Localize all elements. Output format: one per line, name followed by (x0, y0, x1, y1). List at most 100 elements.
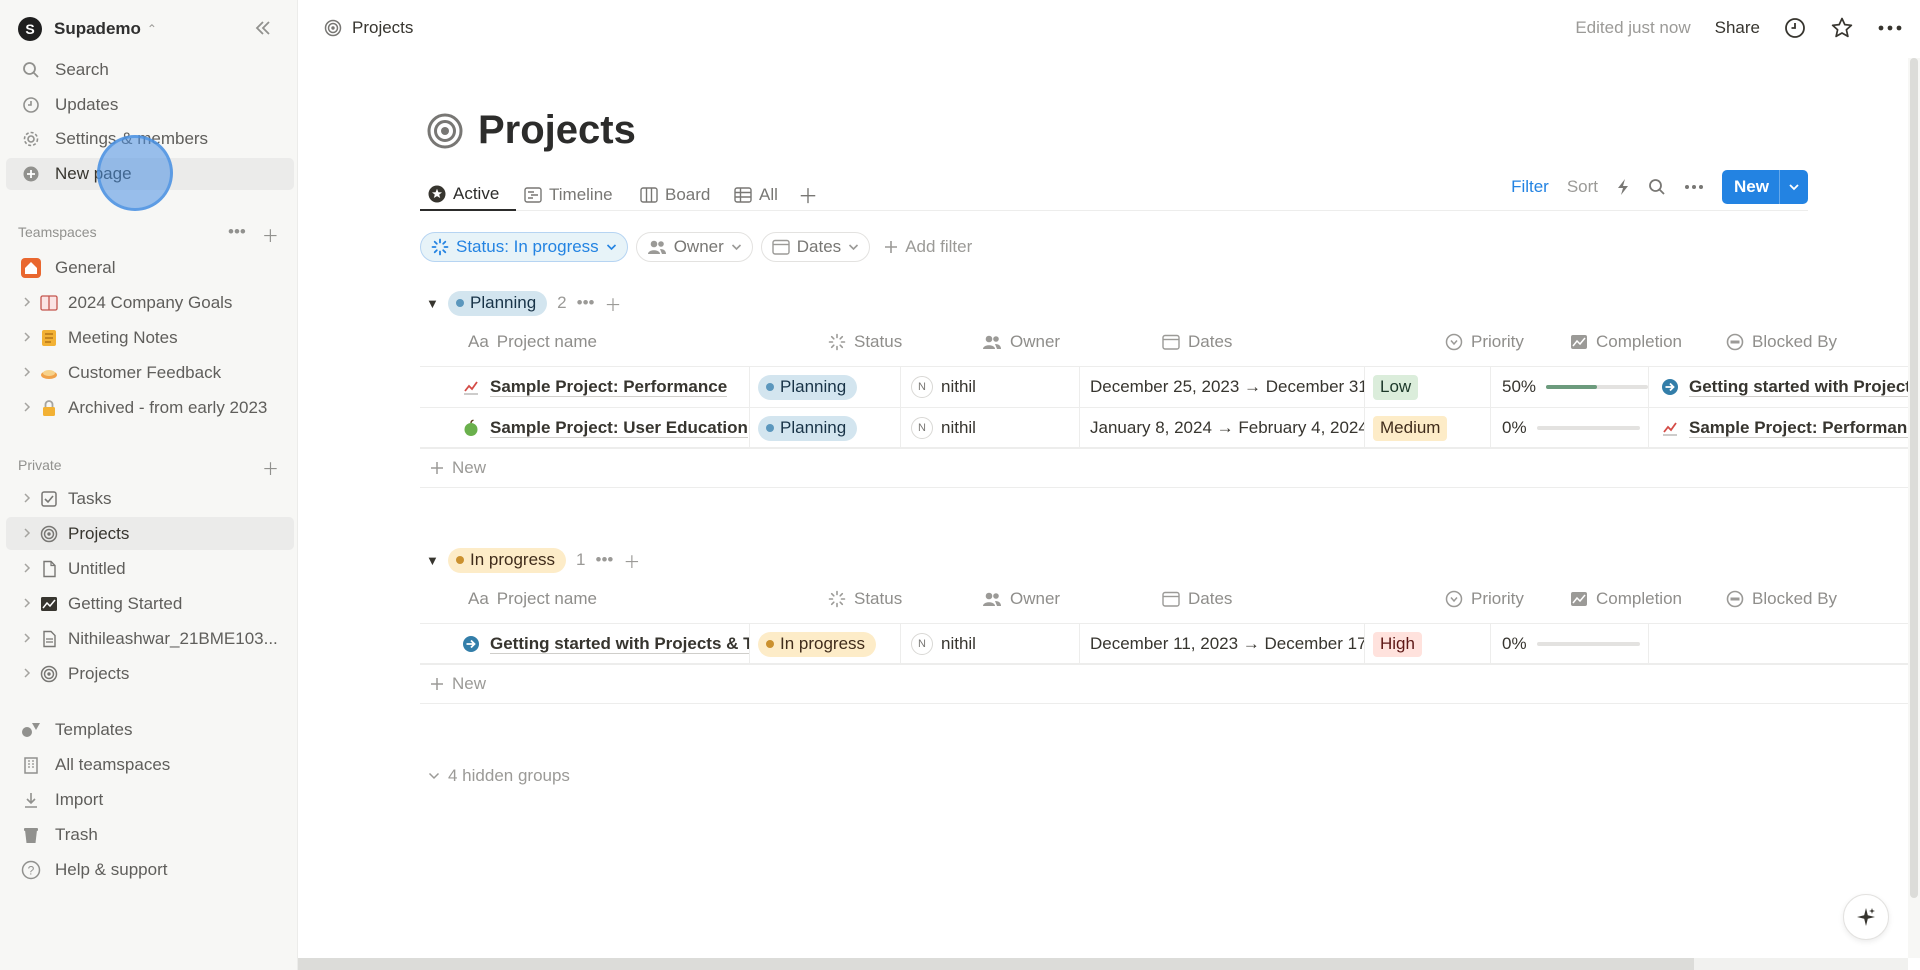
column-blocked-by[interactable]: Blocked By (1726, 589, 1837, 609)
sidebar-item-archived[interactable]: Archived - from early 2023 (6, 391, 294, 424)
chevron-right-icon[interactable] (22, 296, 32, 308)
add-row-button[interactable]: New (420, 448, 1908, 488)
more-icon[interactable]: ••• (228, 222, 246, 247)
chevron-down-icon[interactable] (1780, 170, 1808, 204)
dates-cell[interactable]: January 8, 2024 → February 4, 2024 (1080, 408, 1365, 448)
page-title[interactable]: Projects (478, 108, 636, 153)
status-filter-chip[interactable]: Status: In progress (420, 232, 628, 262)
project-name[interactable]: Sample Project: User Education (490, 418, 748, 438)
owner-filter-chip[interactable]: Owner (635, 232, 753, 262)
collapse-sidebar-icon[interactable] (253, 18, 273, 38)
owner-cell[interactable]: N nithil (901, 367, 1080, 407)
priority-cell[interactable]: High (1365, 624, 1491, 664)
column-dates[interactable]: Dates (1162, 589, 1232, 609)
column-status[interactable]: Status (828, 332, 902, 352)
priority-cell[interactable]: Low (1365, 367, 1491, 407)
owner-cell[interactable]: N nithil (901, 408, 1080, 448)
add-row-button[interactable]: New (420, 664, 1908, 704)
completion-cell[interactable]: 0% (1491, 624, 1649, 664)
sidebar-trash[interactable]: Trash (6, 819, 294, 851)
project-name-cell[interactable]: Getting started with Projects & Tasks (420, 624, 750, 664)
owner-cell[interactable]: N nithil (901, 624, 1080, 664)
new-button[interactable]: New (1722, 170, 1808, 204)
tab-board[interactable]: Board (640, 178, 710, 211)
add-icon[interactable]: ＋ (605, 291, 622, 316)
column-blocked-by[interactable]: Blocked By (1726, 332, 1837, 352)
completion-cell[interactable]: 50% (1491, 367, 1649, 407)
column-dates[interactable]: Dates (1162, 332, 1232, 352)
tab-active[interactable]: Active (420, 178, 516, 211)
column-owner[interactable]: Owner (982, 589, 1060, 609)
blocked-by-cell[interactable] (1649, 624, 1908, 664)
column-completion[interactable]: Completion (1570, 589, 1682, 609)
table-row[interactable]: Getting started with Projects & Tasks In… (420, 623, 1908, 664)
share-button[interactable]: Share (1715, 18, 1760, 38)
more-icon[interactable] (1684, 184, 1704, 190)
project-name-cell[interactable]: Sample Project: Performance (420, 367, 750, 407)
status-cell[interactable]: Planning (750, 367, 901, 407)
collapse-triangle-icon[interactable]: ▼ (426, 296, 439, 311)
dates-cell[interactable]: December 25, 2023 → December 31, 2023 (1080, 367, 1365, 407)
sidebar-item-nithileashwar[interactable]: Nithileashwar_21BME103... (6, 622, 294, 655)
status-cell[interactable]: In progress (750, 624, 901, 664)
chevron-right-icon[interactable] (22, 632, 32, 644)
sidebar-item-tasks[interactable]: Tasks (6, 482, 294, 515)
project-name[interactable]: Sample Project: Performance (490, 377, 728, 397)
table-row[interactable]: Sample Project: User Education Planning … (420, 407, 1908, 448)
chevron-right-icon[interactable] (22, 366, 32, 378)
tab-all[interactable]: All (734, 178, 778, 211)
chevron-right-icon[interactable] (22, 401, 32, 413)
add-icon[interactable]: ＋ (262, 455, 279, 480)
blocked-by-link[interactable]: Sample Project: Performance (1689, 418, 1908, 438)
ai-sparkle-button[interactable] (1843, 894, 1889, 940)
sidebar-all-teamspaces[interactable]: All teamspaces (6, 749, 294, 781)
sort-button[interactable]: Sort (1567, 177, 1598, 197)
column-owner[interactable]: Owner (982, 332, 1060, 352)
new-button-label[interactable]: New (1722, 170, 1780, 204)
history-icon[interactable] (1784, 17, 1806, 39)
automation-icon[interactable] (1616, 178, 1630, 196)
blocked-by-cell[interactable]: Sample Project: Performance (1649, 408, 1908, 448)
add-icon[interactable]: ＋ (262, 222, 279, 247)
chevron-right-icon[interactable] (22, 492, 32, 504)
sidebar-search[interactable]: Search (6, 54, 294, 86)
sidebar-help[interactable]: ? Help & support (6, 854, 294, 886)
status-cell[interactable]: Planning (750, 408, 901, 448)
chevron-right-icon[interactable] (22, 331, 32, 343)
chevron-right-icon[interactable] (22, 527, 32, 539)
project-name-cell[interactable]: Sample Project: User Education (420, 408, 750, 448)
sidebar-item-customer-feedback[interactable]: Customer Feedback (6, 356, 294, 389)
sidebar-item-meeting-notes[interactable]: Meeting Notes (6, 321, 294, 354)
chevron-right-icon[interactable] (22, 667, 32, 679)
sidebar-item-company-goals[interactable]: 2024 Company Goals (6, 286, 294, 319)
star-icon[interactable] (1830, 16, 1854, 40)
column-project-name[interactable]: Aa Project name (468, 589, 597, 609)
column-priority[interactable]: Priority (1445, 589, 1524, 609)
blocked-by-link[interactable]: Getting started with Projects & Tasks (1689, 377, 1908, 397)
priority-cell[interactable]: Medium (1365, 408, 1491, 448)
add-icon[interactable]: ＋ (623, 548, 640, 573)
column-project-name[interactable]: Aa Project name (468, 332, 597, 352)
hidden-groups-toggle[interactable]: 4 hidden groups (428, 766, 570, 786)
more-icon[interactable] (1878, 24, 1902, 32)
collapse-triangle-icon[interactable]: ▼ (426, 553, 439, 568)
workspace-switcher[interactable]: S Supademo ⌃ (18, 16, 157, 42)
column-completion[interactable]: Completion (1570, 332, 1682, 352)
tab-timeline[interactable]: Timeline (524, 178, 613, 211)
more-icon[interactable]: ••• (596, 550, 614, 570)
sidebar-templates[interactable]: Templates (6, 714, 294, 746)
vertical-scrollbar[interactable] (1908, 58, 1920, 958)
search-icon[interactable] (1648, 178, 1666, 196)
table-row[interactable]: Sample Project: Performance Planning N n… (420, 366, 1908, 407)
add-view-icon[interactable]: ＋ (798, 178, 818, 211)
sidebar-updates[interactable]: Updates (6, 89, 294, 121)
more-icon[interactable]: ••• (577, 293, 595, 313)
filter-button[interactable]: Filter (1511, 177, 1549, 197)
column-status[interactable]: Status (828, 589, 902, 609)
dates-cell[interactable]: December 11, 2023 → December 17, 2023 (1080, 624, 1365, 664)
completion-cell[interactable]: 0% (1491, 408, 1649, 448)
horizontal-scrollbar[interactable] (298, 958, 1908, 970)
add-filter-button[interactable]: Add filter (884, 237, 972, 257)
project-name[interactable]: Getting started with Projects & Tasks (490, 634, 749, 654)
sidebar-item-projects[interactable]: Projects (6, 517, 294, 550)
